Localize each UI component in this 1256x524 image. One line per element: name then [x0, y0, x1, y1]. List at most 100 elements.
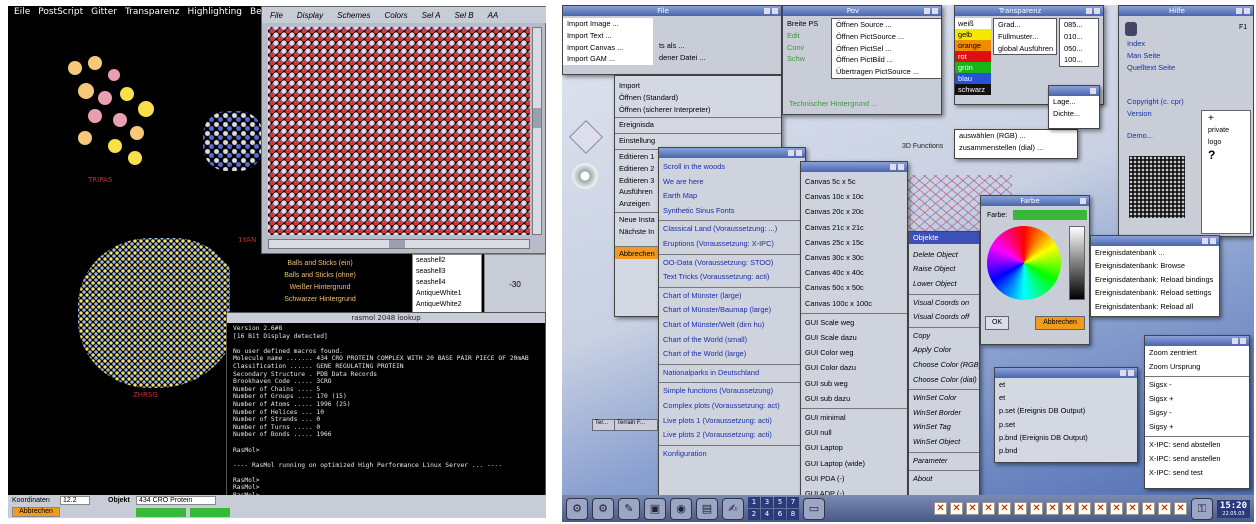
color-swatch-3[interactable]: rot: [955, 51, 991, 62]
color-swatch-2[interactable]: orange: [955, 40, 991, 51]
import-gam-item[interactable]: Import GAM ...: [563, 53, 653, 65]
display-option[interactable]: Balls and Sticks (ohne): [230, 270, 410, 282]
example-item[interactable]: Scroll in the woods: [659, 160, 805, 175]
close-window-icon[interactable]: ✕: [1125, 502, 1139, 515]
example-item[interactable]: Konfiguration: [659, 444, 805, 462]
rasmol-menu-display[interactable]: Display: [297, 11, 323, 20]
canvas-item[interactable]: GUI Scale dazu: [801, 330, 907, 345]
example-item[interactable]: Live plots 1 (Voraussetzung: acti): [659, 414, 805, 429]
pov-oeffnen-pictbild[interactable]: Öffnen PictBild ...: [832, 54, 941, 66]
output-item[interactable]: et: [995, 391, 1137, 404]
close-window-icon[interactable]: ✕: [933, 502, 947, 515]
scrollbar-thumb-h[interactable]: [389, 240, 405, 248]
rasmol-menu-sel-a[interactable]: Sel A: [422, 11, 441, 20]
color-option[interactable]: seashell4: [416, 277, 481, 288]
rasmol-menu-schemes[interactable]: Schemes: [337, 11, 370, 20]
rasmol-menu-aa[interactable]: AA: [488, 11, 499, 20]
canvas-item[interactable]: Canvas 10c x 10c: [801, 189, 907, 204]
close-window-icon[interactable]: ✕: [1173, 502, 1187, 515]
taskbar-lock-icon[interactable]: ⚿: [1190, 497, 1213, 520]
desktop-1[interactable]: 1: [748, 497, 760, 508]
task-button-2[interactable]: Terrain F...: [614, 419, 658, 431]
taskbar-folder-icon[interactable]: ▤: [696, 497, 718, 520]
object-menu-item[interactable]: Visual Coords on: [909, 293, 979, 311]
menu-gitter[interactable]: Gitter: [91, 7, 117, 17]
display-option[interactable]: Schwarzer Hintergrund: [230, 294, 410, 306]
close-window-icon[interactable]: ✕: [1013, 502, 1027, 515]
hilfe-copyright[interactable]: Copyright (c. cpr): [1123, 96, 1188, 108]
object-menu-item[interactable]: Choose Color (dial): [909, 373, 979, 388]
color-swatch-6[interactable]: schwarz: [955, 84, 991, 95]
taskbar-gear-icon[interactable]: ⚙: [566, 497, 588, 520]
output-item[interactable]: p.set (Ereignis DB Output): [995, 404, 1137, 417]
taskbar-terminal-icon[interactable]: ▣: [644, 497, 666, 520]
example-item[interactable]: Synthetic Sinus Fonts: [659, 204, 805, 219]
example-item[interactable]: Eruptions (Voraussetzung: X-IPC): [659, 237, 805, 252]
rasmol-menu-colors[interactable]: Colors: [384, 11, 407, 20]
example-item[interactable]: OO-Data (Voraussetzung: STOO): [659, 253, 805, 271]
desktop-2[interactable]: 2: [748, 509, 760, 520]
output-item[interactable]: p.bnd (Ereignis DB Output): [995, 431, 1137, 444]
output-item[interactable]: p.bnd: [995, 444, 1137, 457]
farbe-ok-button[interactable]: OK: [985, 316, 1009, 330]
taskbar-tools-icon[interactable]: ⚙: [592, 497, 614, 520]
output-item[interactable]: et: [995, 378, 1137, 391]
rasmol-menu-file[interactable]: File: [270, 11, 283, 20]
example-item[interactable]: We are here: [659, 175, 805, 190]
zoom-item[interactable]: Sigsy +: [1145, 420, 1249, 434]
auswaehlen-rgb[interactable]: auswählen (RGB) ...: [955, 130, 1077, 142]
fuellmuster-item[interactable]: Füllmuster...: [994, 31, 1056, 43]
menu-oeffnen-sicher[interactable]: Öffnen (sicherer Interpreter): [615, 104, 781, 116]
object-menu-item[interactable]: About: [909, 470, 979, 487]
taskbar-monitor-icon[interactable]: ▭: [803, 497, 825, 520]
hilfe-demo[interactable]: Demo...: [1123, 130, 1157, 142]
canvas-item[interactable]: GUI null: [801, 425, 907, 440]
ereignis-item[interactable]: Ereignisdatenbank: Browse: [1091, 259, 1219, 272]
close-window-icon[interactable]: ✕: [1109, 502, 1123, 515]
import-canvas-item[interactable]: Import Canvas ...: [563, 42, 653, 54]
example-item[interactable]: Simple functions (Voraussetzung): [659, 382, 805, 399]
side-private[interactable]: private: [1208, 125, 1244, 137]
menu-ereignisdaten[interactable]: Ereignisda: [615, 117, 781, 131]
ereignis-item[interactable]: Ereignisdatenbank: Reload all: [1091, 300, 1219, 313]
canvas-item[interactable]: Canvas 30c x 30c: [801, 250, 907, 265]
display-option[interactable]: Weißer Hintergrund: [230, 282, 410, 294]
rasmol-menu-sel-b[interactable]: Sel B: [454, 11, 473, 20]
zoom-item[interactable]: Sigsy -: [1145, 406, 1249, 420]
desktop-4[interactable]: 4: [761, 509, 773, 520]
object-menu-item[interactable]: Parameter: [909, 451, 979, 469]
example-item[interactable]: Text Tricks (Voraussetzung: acti): [659, 270, 805, 285]
import-image-item[interactable]: Import Image ...: [563, 18, 653, 30]
desktop-pager[interactable]: 1357 2468: [748, 497, 799, 520]
koordinaten-field[interactable]: 12.2: [60, 496, 90, 505]
rasmol-horizontal-scrollbar[interactable]: [268, 239, 530, 249]
example-item[interactable]: Earth Map: [659, 189, 805, 204]
pct-050[interactable]: 050...: [1060, 43, 1098, 55]
object-menu-item[interactable]: WinSet Color: [909, 389, 979, 406]
close-window-icon[interactable]: ✕: [1077, 502, 1091, 515]
pct-100[interactable]: 100...: [1060, 54, 1098, 66]
close-window-icon[interactable]: ✕: [1029, 502, 1043, 515]
canvas-item[interactable]: Canvas 25c x 15c: [801, 235, 907, 250]
global-ausfuehren-item[interactable]: global Ausführen: [994, 43, 1056, 55]
canvas-item[interactable]: Canvas 50c x 50c: [801, 280, 907, 295]
color-option[interactable]: seashell2: [416, 255, 481, 266]
pov-oeffnen-pictsel[interactable]: Öffnen PictSel ...: [832, 43, 941, 55]
ereignis-item[interactable]: Ereignisdatenbank: Reload settings: [1091, 286, 1219, 299]
canvas-item[interactable]: GUI sub dazu: [801, 391, 907, 406]
ereignis-item[interactable]: Ereignisdatenbank ...: [1091, 246, 1219, 259]
output-item[interactable]: p.set: [995, 418, 1137, 431]
pov-oeffnen-pictsource[interactable]: Öffnen PictSource ...: [832, 31, 941, 43]
color-swatch-0[interactable]: weiß: [955, 18, 991, 29]
color-swatch-5[interactable]: blau: [955, 73, 991, 84]
zoom-item[interactable]: Zoom zentriert: [1145, 346, 1249, 360]
import-text-item[interactable]: Import Text ...: [563, 30, 653, 42]
object-menu-item[interactable]: WinSet Object: [909, 435, 979, 450]
pov-uebertragen[interactable]: Übertragen PictSource ...: [832, 66, 941, 78]
brightness-slider[interactable]: [1069, 226, 1085, 300]
close-window-icon[interactable]: ✕: [965, 502, 979, 515]
pct-010[interactable]: 010...: [1060, 31, 1098, 43]
pov-schw[interactable]: Schw: [783, 53, 829, 65]
color-option[interactable]: AntiqueWhite1: [416, 288, 481, 299]
example-item[interactable]: Chart of Münster (large): [659, 286, 805, 304]
